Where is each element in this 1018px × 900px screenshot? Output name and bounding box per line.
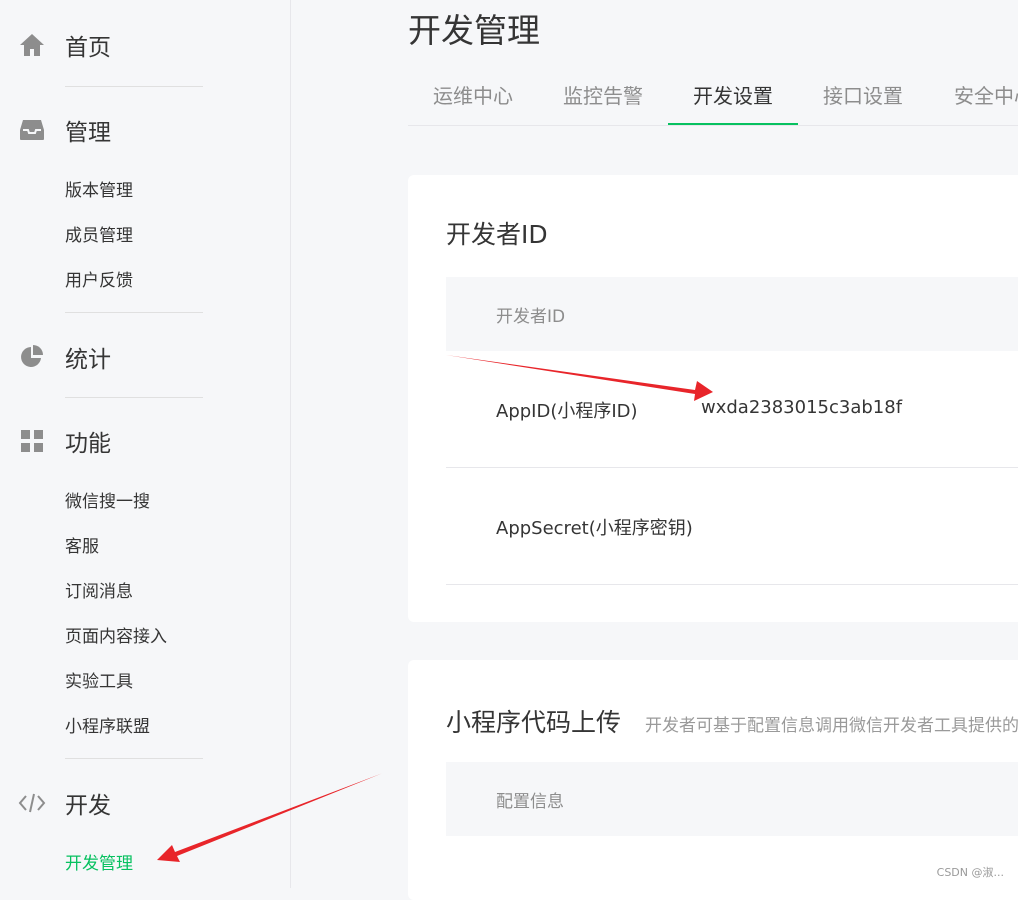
code-icon xyxy=(18,789,46,817)
upload-desc: 开发者可基于配置信息调用微信开发者工具提供的 xyxy=(645,716,1018,736)
nav-dev[interactable]: 开发 xyxy=(18,783,111,823)
tab-bar: 运维中心 监控告警 开发设置 接口设置 安全中心 xyxy=(408,68,1018,126)
divider xyxy=(65,758,203,759)
upload-title-wrap: 小程序代码上传 开发者可基于配置信息调用微信开发者工具提供的 xyxy=(446,703,1018,739)
nav-stats-label: 统计 xyxy=(65,347,111,373)
tab-monitor[interactable]: 监控告警 xyxy=(538,68,668,124)
dev-id-title: 开发者ID xyxy=(446,220,548,249)
divider xyxy=(65,312,203,313)
dev-id-card: 开发者ID 开发者ID AppID(小程序ID) wxda2383015c3ab… xyxy=(408,175,1018,622)
appid-value: wxda2383015c3ab18f xyxy=(701,397,903,418)
upload-table-header: 配置信息 xyxy=(446,762,1018,836)
nav-dev-label: 开发 xyxy=(65,793,111,819)
sidebar-item-lab[interactable]: 实验工具 xyxy=(65,670,133,694)
inbox-icon xyxy=(18,116,46,144)
table-row-appid: AppID(小程序ID) wxda2383015c3ab18f xyxy=(446,351,1018,468)
tab-security[interactable]: 安全中心 xyxy=(928,68,1018,124)
nav-stats[interactable]: 统计 xyxy=(18,337,111,377)
sidebar-item-content[interactable]: 页面内容接入 xyxy=(65,625,167,649)
divider xyxy=(65,86,203,87)
divider xyxy=(65,397,203,398)
nav-features[interactable]: 功能 xyxy=(18,421,111,461)
tab-ops[interactable]: 运维中心 xyxy=(408,68,538,124)
sidebar-item-dev-manage[interactable]: 开发管理 xyxy=(65,852,133,876)
nav-home-label: 首页 xyxy=(65,35,111,61)
table-row-appsecret: AppSecret(小程序密钥) xyxy=(446,468,1018,585)
home-icon xyxy=(18,31,46,59)
sidebar-item-members[interactable]: 成员管理 xyxy=(65,224,133,248)
page-title: 开发管理 xyxy=(408,11,540,50)
nav-manage-label: 管理 xyxy=(65,120,111,146)
sidebar-item-subscribe[interactable]: 订阅消息 xyxy=(65,580,133,604)
sidebar-item-feedback[interactable]: 用户反馈 xyxy=(65,269,133,293)
dev-id-header-label: 开发者ID xyxy=(496,307,566,327)
appsecret-label: AppSecret(小程序密钥) xyxy=(496,518,693,539)
appid-label: AppID(小程序ID) xyxy=(496,401,638,422)
sidebar-item-alliance[interactable]: 小程序联盟 xyxy=(65,715,150,739)
grid-icon xyxy=(18,427,46,455)
pie-chart-icon xyxy=(18,343,46,371)
nav-features-label: 功能 xyxy=(65,431,111,457)
dev-id-table-header: 开发者ID xyxy=(446,277,1018,351)
sidebar-item-service[interactable]: 客服 xyxy=(65,535,99,559)
main-content: 开发管理 运维中心 监控告警 开发设置 接口设置 安全中心 开发者ID 开发者I… xyxy=(290,0,1018,900)
sidebar-item-version[interactable]: 版本管理 xyxy=(65,179,133,203)
upload-title: 小程序代码上传 xyxy=(446,708,622,737)
upload-card: 小程序代码上传 开发者可基于配置信息调用微信开发者工具提供的 配置信息 xyxy=(408,660,1018,900)
nav-home[interactable]: 首页 xyxy=(18,25,111,65)
watermark: CSDN @淑... xyxy=(936,866,1004,879)
tab-dev-settings[interactable]: 开发设置 xyxy=(668,68,798,125)
upload-header-label: 配置信息 xyxy=(496,792,564,812)
nav-manage[interactable]: 管理 xyxy=(18,110,111,150)
sidebar-item-search[interactable]: 微信搜一搜 xyxy=(65,490,150,514)
tab-api-settings[interactable]: 接口设置 xyxy=(798,68,928,124)
sidebar: 首页 管理 版本管理 成员管理 用户反馈 统计 功能 微信搜一搜 客服 订阅消息… xyxy=(0,0,291,888)
